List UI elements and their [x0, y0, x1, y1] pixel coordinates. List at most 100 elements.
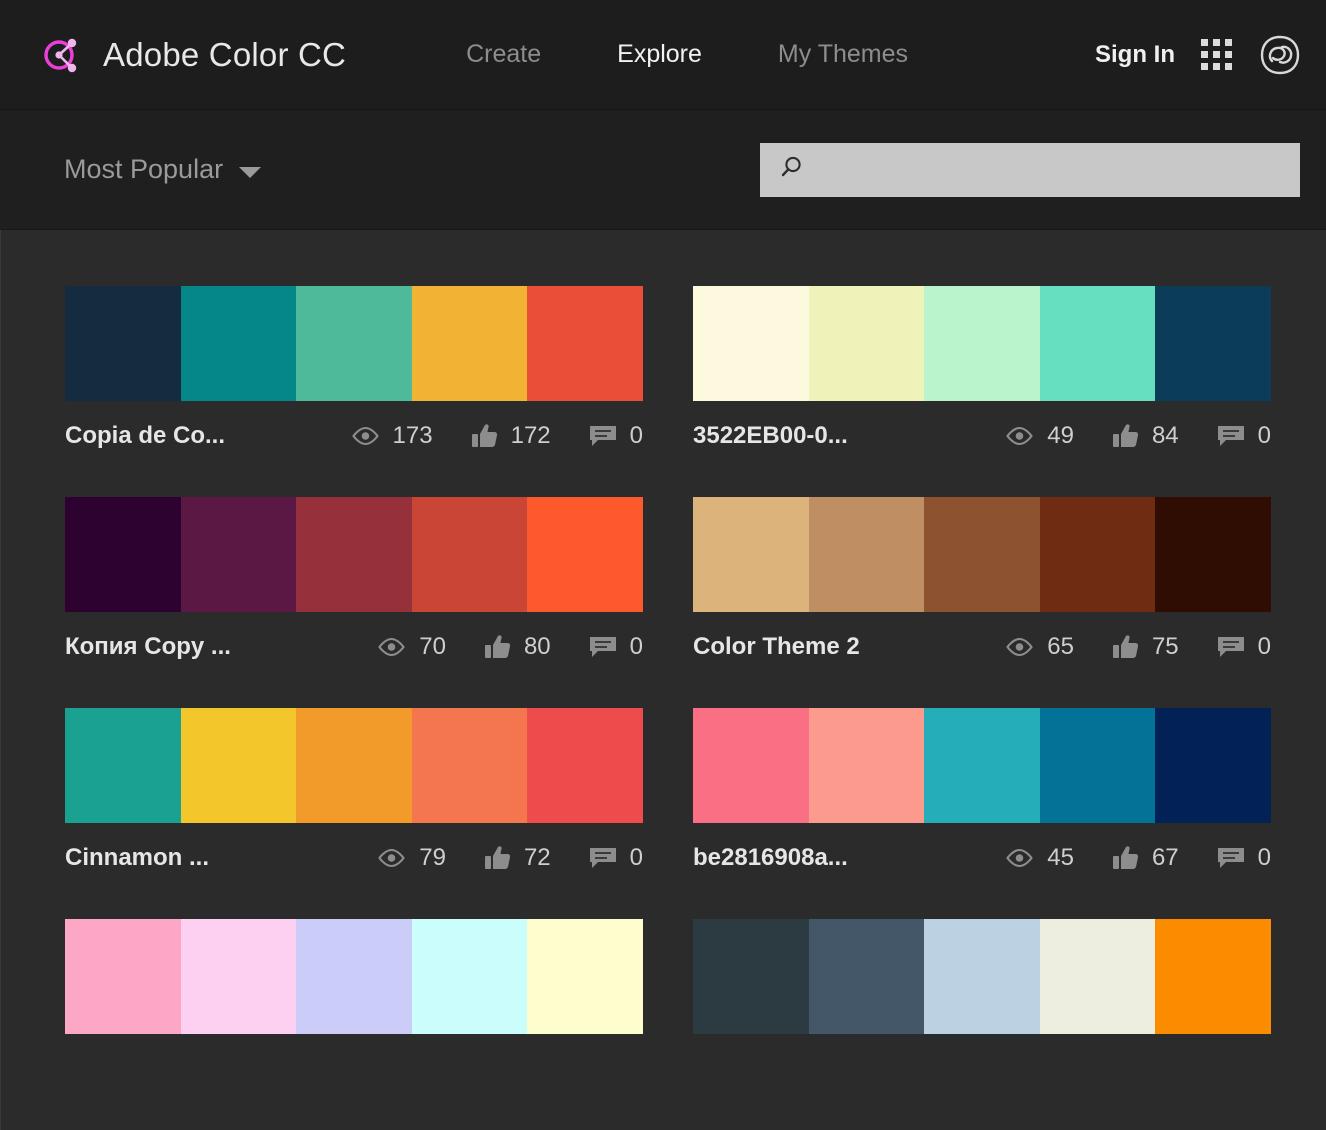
color-swatch[interactable] — [1155, 286, 1271, 401]
search-input[interactable] — [816, 158, 1300, 181]
theme-stats: 173 172 0 — [313, 422, 643, 450]
thumbs-up-icon — [484, 634, 511, 660]
color-swatch[interactable] — [296, 919, 412, 1034]
theme-card[interactable] — [693, 919, 1271, 1034]
theme-name[interactable]: Color Theme 2 — [693, 633, 860, 661]
themes-grid: Copia de Co... 173 172 0 3522EB00-0... 49 84 0 К… — [1, 286, 1326, 1063]
color-swatch[interactable] — [924, 708, 1040, 823]
like-count: 72 — [523, 844, 551, 871]
eye-icon — [1005, 637, 1034, 657]
color-swatch[interactable] — [1039, 708, 1156, 823]
nav-item-my-themes[interactable]: My Themes — [740, 40, 946, 69]
color-swatch[interactable] — [180, 286, 297, 401]
color-swatch[interactable] — [1155, 708, 1271, 823]
eye-icon — [377, 637, 406, 657]
color-swatch[interactable] — [65, 286, 181, 401]
stat-likes: 67 — [1112, 844, 1179, 872]
color-swatch[interactable] — [693, 919, 809, 1034]
color-swatch[interactable] — [527, 497, 643, 612]
color-swatch[interactable] — [527, 919, 643, 1034]
color-swatch[interactable] — [808, 708, 925, 823]
color-swatch[interactable] — [1155, 919, 1271, 1034]
color-swatch[interactable] — [1039, 919, 1156, 1034]
theme-meta: Копия Copy ... 70 80 0 — [65, 612, 643, 679]
app-header: Adobe Color CC Create Explore My Themes … — [0, 0, 1326, 110]
nav-item-explore[interactable]: Explore — [579, 40, 740, 69]
creative-cloud-icon[interactable] — [1258, 33, 1302, 77]
theme-name[interactable]: Копия Copy ... — [65, 633, 231, 661]
theme-swatch-strip[interactable] — [693, 497, 1271, 612]
theme-swatch-strip[interactable] — [693, 708, 1271, 823]
color-swatch[interactable] — [180, 497, 297, 612]
theme-stats: 45 67 0 — [967, 844, 1271, 872]
color-swatch[interactable] — [693, 708, 809, 823]
color-swatch[interactable] — [527, 286, 643, 401]
theme-card[interactable]: Color Theme 2 65 75 0 — [693, 497, 1271, 679]
color-swatch[interactable] — [1039, 497, 1156, 612]
theme-meta: 3522EB00-0... 49 84 0 — [693, 401, 1271, 468]
nav-item-create[interactable]: Create — [428, 40, 579, 69]
color-swatch[interactable] — [808, 286, 925, 401]
color-swatch[interactable] — [1155, 497, 1271, 612]
color-swatch[interactable] — [411, 497, 528, 612]
color-swatch[interactable] — [180, 919, 297, 1034]
main-nav: Create Explore My Themes — [428, 40, 946, 69]
theme-card[interactable]: Cinnamon ... 79 72 0 — [65, 708, 643, 890]
comment-icon — [589, 846, 617, 870]
color-swatch[interactable] — [411, 286, 528, 401]
stat-likes: 75 — [1112, 633, 1179, 661]
color-swatch[interactable] — [65, 497, 181, 612]
sign-in-button[interactable]: Sign In — [1095, 41, 1175, 69]
color-swatch[interactable] — [296, 497, 412, 612]
theme-swatch-strip[interactable] — [65, 497, 643, 612]
stat-views: 79 — [377, 844, 446, 872]
color-swatch[interactable] — [693, 286, 809, 401]
color-swatch[interactable] — [924, 919, 1040, 1034]
color-swatch[interactable] — [924, 286, 1040, 401]
theme-stats: 49 84 0 — [967, 422, 1271, 450]
color-swatch[interactable] — [65, 708, 181, 823]
view-count: 65 — [1047, 633, 1074, 660]
view-count: 79 — [419, 844, 446, 871]
search-box[interactable] — [760, 142, 1300, 197]
stat-likes: 84 — [1112, 422, 1179, 450]
color-swatch[interactable] — [180, 708, 297, 823]
theme-card[interactable]: be2816908a... 45 67 0 — [693, 708, 1271, 890]
comment-count: 0 — [629, 422, 643, 449]
thumbs-up-icon — [1112, 634, 1139, 660]
color-swatch[interactable] — [65, 919, 181, 1034]
stat-likes: 72 — [484, 844, 551, 872]
theme-name[interactable]: be2816908a... — [693, 844, 848, 872]
comment-count: 0 — [1257, 633, 1271, 660]
theme-swatch-strip[interactable] — [65, 286, 643, 401]
color-swatch[interactable] — [527, 708, 643, 823]
theme-card[interactable]: 3522EB00-0... 49 84 0 — [693, 286, 1271, 468]
thumbs-up-icon — [471, 423, 498, 449]
color-swatch[interactable] — [1039, 286, 1156, 401]
theme-swatch-strip[interactable] — [693, 286, 1271, 401]
theme-card[interactable]: Копия Copy ... 70 80 0 — [65, 497, 643, 679]
color-swatch[interactable] — [296, 708, 412, 823]
theme-swatch-strip[interactable] — [65, 919, 643, 1034]
theme-name[interactable]: Cinnamon ... — [65, 844, 209, 872]
color-swatch[interactable] — [411, 919, 528, 1034]
theme-name[interactable]: 3522EB00-0... — [693, 422, 848, 450]
theme-swatch-strip[interactable] — [693, 919, 1271, 1034]
chevron-down-icon — [239, 166, 262, 178]
brand[interactable]: Adobe Color CC — [40, 32, 346, 78]
color-swatch[interactable] — [693, 497, 809, 612]
comment-count: 0 — [1257, 844, 1271, 871]
color-swatch[interactable] — [924, 497, 1040, 612]
theme-card[interactable]: Copia de Co... 173 172 0 — [65, 286, 643, 468]
color-swatch[interactable] — [296, 286, 412, 401]
theme-card[interactable] — [65, 919, 643, 1034]
color-swatch[interactable] — [411, 708, 528, 823]
theme-name[interactable]: Copia de Co... — [65, 422, 225, 450]
grid-apps-icon[interactable] — [1201, 39, 1232, 70]
stat-comments: 0 — [1217, 844, 1271, 872]
theme-swatch-strip[interactable] — [65, 708, 643, 823]
sort-dropdown[interactable]: Most Popular — [64, 154, 262, 185]
eye-icon — [351, 426, 380, 446]
color-swatch[interactable] — [808, 919, 925, 1034]
color-swatch[interactable] — [808, 497, 925, 612]
